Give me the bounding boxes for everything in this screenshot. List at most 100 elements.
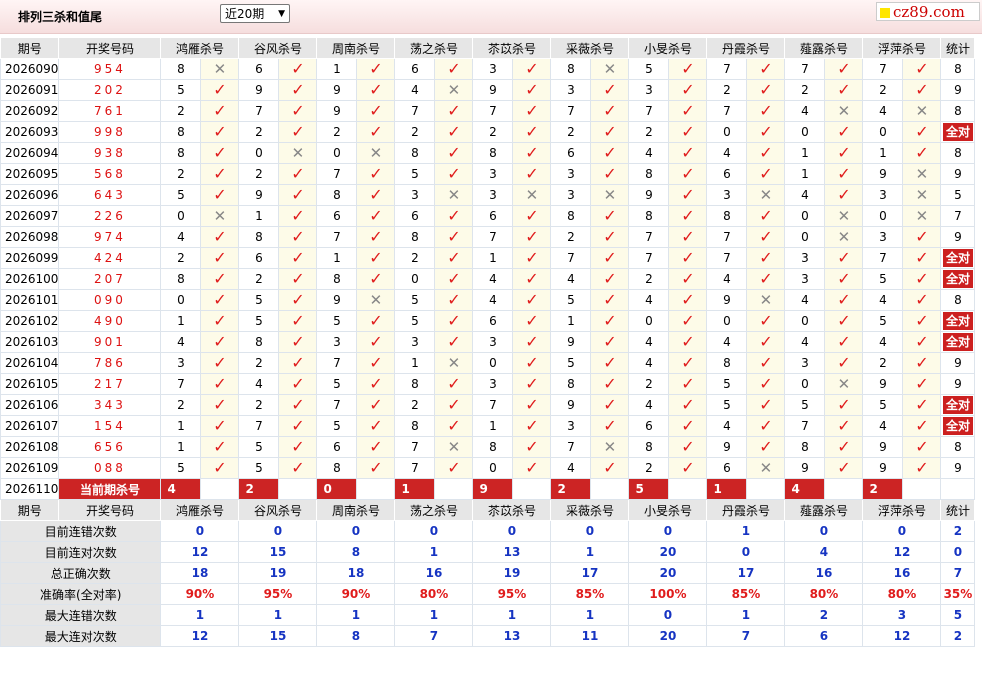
result-cell: ✕ bbox=[824, 205, 864, 227]
current-kill-number: 2 bbox=[238, 478, 280, 500]
kill-number-cell: 6 bbox=[706, 163, 748, 185]
result-cell: ✓ bbox=[200, 310, 240, 332]
check-icon: ✓ bbox=[759, 332, 773, 351]
check-icon: ✓ bbox=[525, 311, 539, 330]
kill-number-cell: 2 bbox=[316, 121, 358, 143]
result-cell: ✓ bbox=[200, 436, 240, 458]
result-cell: ✕ bbox=[746, 184, 786, 206]
check-icon: ✓ bbox=[369, 185, 383, 204]
check-icon: ✓ bbox=[447, 395, 461, 414]
kill-number-cell: 2 bbox=[160, 100, 202, 122]
result-cell: ✓ bbox=[824, 247, 864, 269]
result-cell: ✓ bbox=[590, 205, 630, 227]
cross-icon: ✕ bbox=[447, 437, 461, 456]
current-kill-number: 1 bbox=[706, 478, 748, 500]
result-cell: ✓ bbox=[278, 247, 318, 269]
check-icon: ✓ bbox=[291, 416, 305, 435]
stats-label: 目前连错次数 bbox=[0, 520, 162, 542]
result-cell: ✓ bbox=[278, 205, 318, 227]
result-cell: ✓ bbox=[356, 226, 396, 248]
check-icon: ✓ bbox=[759, 416, 773, 435]
result-cell: ✓ bbox=[200, 184, 240, 206]
kill-number-cell: 9 bbox=[862, 163, 904, 185]
check-icon: ✓ bbox=[213, 122, 227, 141]
check-icon: ✓ bbox=[759, 353, 773, 372]
draw-code-cell: 154 bbox=[58, 415, 162, 437]
range-select[interactable]: 近20期 ▼ bbox=[220, 4, 290, 23]
kill-number-cell: 2 bbox=[472, 121, 514, 143]
stat-cell: 8 bbox=[940, 436, 976, 458]
check-icon: ✓ bbox=[291, 185, 305, 204]
stats-value: 0 bbox=[706, 541, 786, 563]
result-cell: ✓ bbox=[278, 373, 318, 395]
result-cell: ✓ bbox=[434, 205, 474, 227]
check-icon: ✓ bbox=[759, 206, 773, 225]
col-expert: 丹霞杀号 bbox=[706, 499, 786, 521]
stats-value: 18 bbox=[160, 562, 240, 584]
kill-number-cell: 8 bbox=[160, 121, 202, 143]
col-expert: 浮萍杀号 bbox=[862, 499, 942, 521]
check-icon: ✓ bbox=[213, 185, 227, 204]
result-cell: ✓ bbox=[200, 226, 240, 248]
check-icon: ✓ bbox=[291, 437, 305, 456]
check-icon: ✓ bbox=[837, 353, 851, 372]
check-icon: ✓ bbox=[291, 248, 305, 267]
draw-code-cell: 786 bbox=[58, 352, 162, 374]
check-icon: ✓ bbox=[369, 80, 383, 99]
kill-number-cell: 8 bbox=[550, 373, 592, 395]
kill-number-cell: 8 bbox=[628, 163, 670, 185]
stat-value: 8 bbox=[954, 146, 962, 160]
check-icon: ✓ bbox=[681, 80, 695, 99]
kill-number-cell: 4 bbox=[628, 142, 670, 164]
check-icon: ✓ bbox=[603, 311, 617, 330]
result-cell: ✓ bbox=[278, 100, 318, 122]
kill-number-cell: 6 bbox=[238, 58, 280, 80]
current-period-row: 2026110 当前期杀号 4 2 0 1 9 2 5 1 4 2 bbox=[0, 478, 976, 500]
period-cell: 2026109 bbox=[0, 457, 60, 479]
check-icon: ✓ bbox=[603, 164, 617, 183]
stats-value: 8 bbox=[316, 625, 396, 647]
check-icon: ✓ bbox=[447, 164, 461, 183]
check-icon: ✓ bbox=[681, 101, 695, 120]
check-icon: ✓ bbox=[915, 458, 929, 477]
cross-icon: ✕ bbox=[603, 437, 617, 456]
kill-number-cell: 3 bbox=[784, 352, 826, 374]
result-cell: ✓ bbox=[512, 457, 552, 479]
result-cell: ✓ bbox=[902, 352, 942, 374]
result-cell: ✓ bbox=[902, 457, 942, 479]
kill-number-cell: 8 bbox=[316, 268, 358, 290]
check-icon: ✓ bbox=[291, 80, 305, 99]
kill-number-cell: 5 bbox=[862, 394, 904, 416]
kill-number-cell: 3 bbox=[316, 331, 358, 353]
stats-value: 0 bbox=[862, 520, 942, 542]
kill-number-cell: 6 bbox=[316, 205, 358, 227]
result-cell: ✕ bbox=[590, 436, 630, 458]
kill-number-cell: 8 bbox=[394, 415, 436, 437]
result-cell: ✓ bbox=[356, 373, 396, 395]
site-logo[interactable]: cz89.com bbox=[876, 2, 980, 21]
check-icon: ✓ bbox=[525, 374, 539, 393]
kill-number-cell: 6 bbox=[628, 415, 670, 437]
kill-number-cell: 6 bbox=[394, 58, 436, 80]
empty-cell bbox=[824, 478, 864, 500]
result-cell: ✓ bbox=[356, 184, 396, 206]
empty-cell bbox=[746, 478, 786, 500]
check-icon: ✓ bbox=[759, 227, 773, 246]
stats-value: 0 bbox=[472, 520, 552, 542]
kill-number-cell: 7 bbox=[472, 100, 514, 122]
cross-icon: ✕ bbox=[915, 206, 929, 225]
period-cell: 2026094 bbox=[0, 142, 60, 164]
check-icon: ✓ bbox=[213, 248, 227, 267]
stats-value: 0 bbox=[550, 520, 630, 542]
kill-number-cell: 7 bbox=[160, 373, 202, 395]
kill-number-cell: 2 bbox=[238, 352, 280, 374]
result-cell: ✓ bbox=[356, 352, 396, 374]
check-icon: ✓ bbox=[291, 269, 305, 288]
col-code: 开奖号码 bbox=[58, 499, 162, 521]
check-icon: ✓ bbox=[291, 395, 305, 414]
result-cell: ✓ bbox=[824, 121, 864, 143]
table-row: 2026109 088 5 ✓ 5 ✓ 8 ✓ 7 ✓ 0 ✓ 4 ✓ 2 ✓ 6 ✕ 9 ✓ 9 ✓ 9 bbox=[0, 457, 976, 479]
kill-number-cell: 7 bbox=[628, 100, 670, 122]
check-icon: ✓ bbox=[603, 80, 617, 99]
result-cell: ✓ bbox=[668, 394, 708, 416]
